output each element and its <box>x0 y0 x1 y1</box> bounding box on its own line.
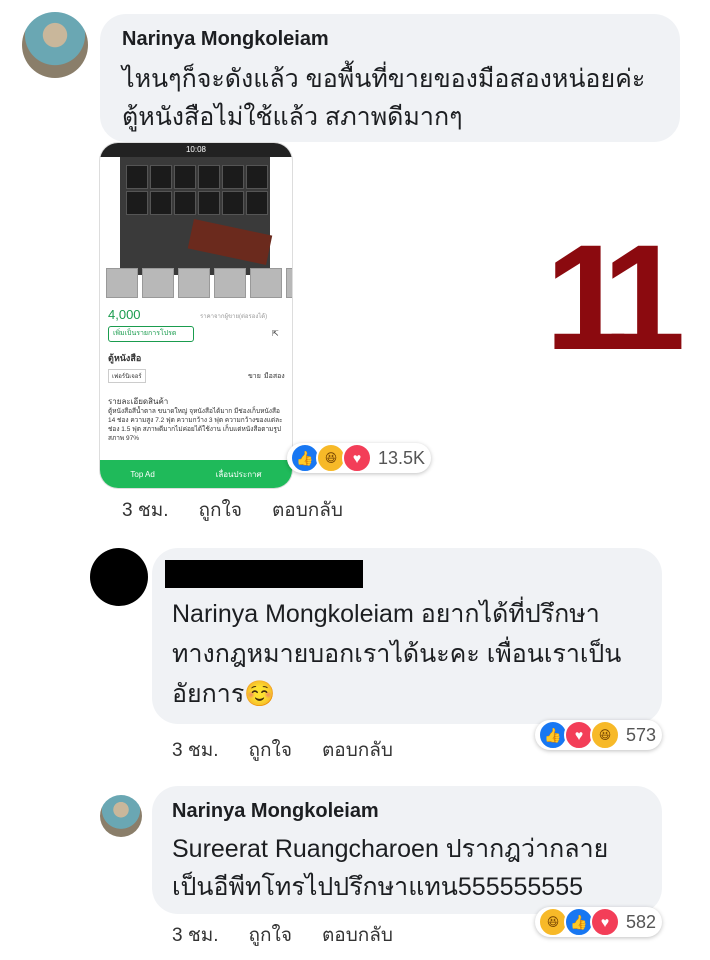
listing-price: 4,000 <box>108 307 141 322</box>
reaction-summary[interactable]: 😆 👍 ♥ 582 <box>535 907 663 937</box>
status-time: 10:08 <box>100 143 292 157</box>
comment-text-line: ตู้หนังสือไม่ใช้แล้ว สภาพดีมากๆ <box>122 103 463 131</box>
comment-author[interactable]: Narinya Mongkoleiam <box>172 800 379 823</box>
comment-time[interactable]: 3 ชม. <box>172 920 219 950</box>
comment-text-line: Narinya Mongkoleiam อยากได้ที่ปรึกษา <box>172 600 600 628</box>
comment-meta: 3 ชม. ถูกใจ ตอบกลับ <box>172 735 423 765</box>
love-icon: ♥ <box>590 907 620 937</box>
photo-thumbnails[interactable] <box>106 268 292 298</box>
comment-time[interactable]: 3 ชม. <box>172 735 219 765</box>
comment-text-line: ไหนๆก็จะดังแล้ว ขอพื้นที่ขายของมือสองหน่… <box>122 65 646 93</box>
condition: มือสอง <box>264 373 285 380</box>
category-tag[interactable]: เฟอร์นิเจอร์ <box>108 369 146 383</box>
listing-title: ตู้หนังสือ <box>108 353 142 363</box>
like-link[interactable]: ถูกใจ <box>249 735 292 765</box>
announce-button[interactable]: เลื่อนประกาศ <box>216 468 262 481</box>
reaction-summary[interactable]: 👍 ♥ 😆 573 <box>535 720 663 750</box>
reaction-count: 573 <box>626 724 657 745</box>
reply-link[interactable]: ตอบกลับ <box>272 495 343 525</box>
bookshelf-photo <box>120 157 273 275</box>
comment-text-line: ทางกฎหมายบอกเราได้นะคะ เพื่อนเราเป็น <box>172 640 622 668</box>
redacted-author-name <box>165 560 363 588</box>
overlay-number: 11 <box>545 213 686 381</box>
comment-meta: 3 ชม. ถูกใจ ตอบกลับ <box>172 920 423 950</box>
comment-time[interactable]: 3 ชม. <box>122 495 169 525</box>
reaction-count: 582 <box>626 911 657 932</box>
bottom-action-bar: Top Ad เลื่อนประกาศ <box>100 460 292 488</box>
favorite-button[interactable]: เพิ่มเป็นรายการโปรด <box>108 326 194 342</box>
top-ad-button[interactable]: Top Ad <box>130 470 154 479</box>
details-text: ตู้หนังสือสีน้ำตาล ขนาดใหญ่ จุหนังสือได้… <box>108 408 283 442</box>
share-icon[interactable]: ⇱ <box>272 329 279 338</box>
like-link[interactable]: ถูกใจ <box>199 495 242 525</box>
reaction-summary[interactable]: 👍 😆 ♥ 13.5K <box>287 443 432 473</box>
comment-text-line: เป็นอีพีทโทรไปปรึกษาแทน555555555 <box>172 873 584 901</box>
reply-link[interactable]: ตอบกลับ <box>322 735 393 765</box>
avatar[interactable] <box>22 12 88 78</box>
comment-text-line: อัยการ☺️ <box>172 680 276 708</box>
reaction-count: 13.5K <box>378 447 426 468</box>
love-icon: ♥ <box>342 443 372 473</box>
avatar[interactable] <box>90 548 148 606</box>
reply-link[interactable]: ตอบกลับ <box>322 920 393 950</box>
attachment-image[interactable]: 10:08 4,000 ราคาจากผู้ขาย(ต่อรองได้) เพิ… <box>100 143 292 488</box>
sale-type: ขาย <box>248 373 261 380</box>
comment-meta: 3 ชม. ถูกใจ ตอบกลับ <box>122 495 373 525</box>
like-link[interactable]: ถูกใจ <box>249 920 292 950</box>
haha-icon: 😆 <box>590 720 620 750</box>
comment-author[interactable]: Narinya Mongkoleiam <box>122 28 329 51</box>
avatar[interactable] <box>100 795 142 837</box>
comment-text-line: Sureerat Ruangcharoen ปรากฎว่ากลาย <box>172 835 609 863</box>
price-note: ราคาจากผู้ขาย(ต่อรองได้) <box>200 314 268 320</box>
